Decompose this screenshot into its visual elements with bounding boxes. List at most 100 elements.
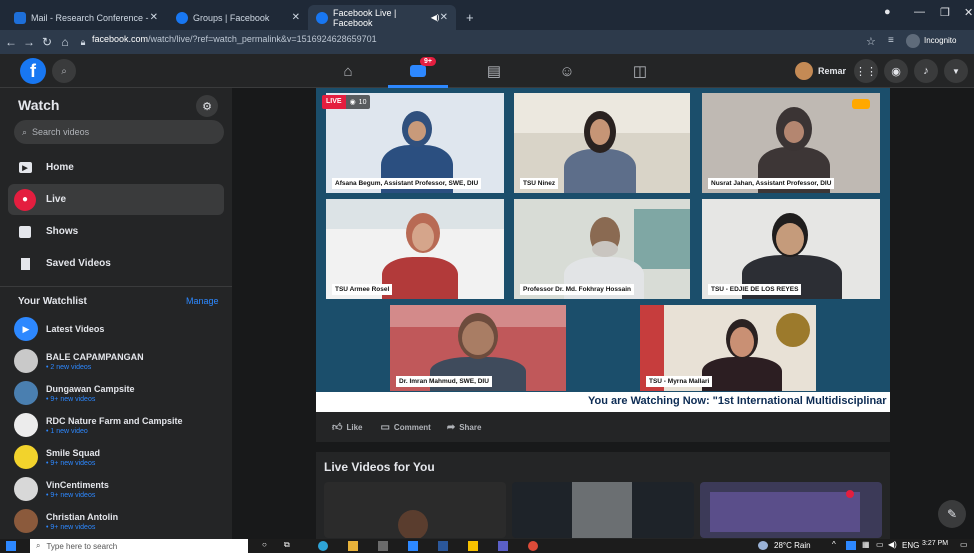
tray-chevron-icon[interactable]: ^: [832, 540, 836, 549]
weather-text[interactable]: 28°C Rain: [774, 541, 811, 550]
close-tab-icon[interactable]: ✕: [292, 12, 300, 23]
minimize-icon[interactable]: —: [914, 6, 925, 18]
notification-center-icon[interactable]: ▭: [960, 540, 968, 549]
manage-link[interactable]: Manage: [186, 296, 219, 306]
search-videos-input[interactable]: ⌕ Search videos: [14, 120, 224, 144]
tab-groups[interactable]: Groups | Facebook ✕: [168, 5, 308, 30]
sidebar-item-live[interactable]: ● Live: [8, 184, 224, 215]
teams-icon[interactable]: [498, 541, 508, 551]
participant-tile: Dr. Imran Mahmud, SWE, DIU: [390, 305, 566, 391]
record-icon[interactable]: ●: [884, 6, 891, 18]
participant-name: TSU Ninez: [520, 178, 559, 189]
comment-button[interactable]: ▭ Comment: [380, 422, 430, 433]
reload-icon[interactable]: ↻: [38, 35, 56, 49]
volume-icon[interactable]: ◀): [888, 540, 897, 549]
facebook-icon: [316, 11, 328, 24]
close-tab-icon[interactable]: ✕: [150, 12, 158, 23]
audio-icon[interactable]: ◀): [431, 13, 440, 22]
sidebar-item-saved-videos[interactable]: Saved Videos: [8, 248, 224, 279]
mail-icon[interactable]: [408, 541, 418, 551]
participant-tile: TSU - EDJIE DE LOS REYES: [702, 199, 880, 299]
network-icon[interactable]: ▦: [862, 540, 870, 549]
watchlist-item[interactable]: BALE CAPAMPANGAN • 2 new videos: [14, 346, 224, 376]
participant-name: Dr. Imran Mahmud, SWE, DIU: [396, 376, 492, 387]
avatar: [795, 62, 813, 80]
onedrive-icon[interactable]: [846, 541, 856, 550]
cortana-icon[interactable]: ○: [262, 540, 267, 549]
home-nav-icon[interactable]: ⌂: [336, 60, 360, 82]
share-button[interactable]: ➦ Share: [447, 422, 482, 433]
tab-title: Facebook Live | Facebook: [333, 7, 397, 28]
watchlist-item[interactable]: RDC Nature Farm and Campsite • 1 new vide…: [14, 410, 224, 440]
profile-button[interactable]: Remar: [795, 60, 846, 82]
gaming-nav-icon[interactable]: ◫: [628, 60, 652, 82]
new-message-icon[interactable]: ✎: [938, 500, 966, 528]
watchlist-sub: • 9+ new videos: [46, 459, 96, 467]
back-icon[interactable]: ←: [2, 35, 20, 49]
watchlist-name: VinCentiments: [46, 479, 109, 490]
watchlist-sub: • 9+ new videos: [46, 395, 96, 403]
watchlist-item[interactable]: ▶ Latest Videos: [14, 314, 224, 344]
star-icon[interactable]: ☆: [866, 35, 876, 48]
sidebar-item-label: Saved Videos: [46, 258, 111, 269]
ticker-text: You are Watching Now: "1st International…: [588, 395, 887, 407]
tab-title: Groups | Facebook: [193, 12, 270, 23]
forward-icon[interactable]: →: [20, 35, 38, 49]
chrome-icon[interactable]: [528, 541, 538, 551]
face: [784, 121, 804, 143]
taskbar-search-input[interactable]: ⌕ Type here to search: [30, 539, 248, 553]
settings-gear-icon[interactable]: ⚙: [196, 95, 218, 117]
live-video-thumbnail[interactable]: [700, 482, 882, 538]
live-video-player[interactable]: Afsana Begum, Assistant Professor, SWE, …: [316, 88, 890, 412]
groups-nav-icon[interactable]: ☺: [555, 60, 579, 82]
participant-tile: Professor Dr. Md. Fokhray Hossain: [514, 199, 690, 299]
notifications-bell-icon[interactable]: ♪: [914, 59, 938, 83]
maximize-icon[interactable]: ❐: [940, 6, 950, 19]
watchlist-name: RDC Nature Farm and Campsite: [46, 415, 183, 426]
task-view-icon[interactable]: ⧉: [284, 540, 290, 550]
close-tab-icon[interactable]: ✕: [440, 12, 448, 23]
sidebar-item-label: Shows: [46, 226, 79, 237]
like-button[interactable]: 👍︎ Like: [332, 421, 362, 433]
facebook-logo-icon[interactable]: f: [20, 58, 46, 84]
home-icon[interactable]: ⌂: [56, 35, 74, 49]
sidebar-item-label: Live: [46, 194, 67, 205]
clock[interactable]: 3:27 PM: [922, 540, 948, 547]
language-indicator[interactable]: ENG: [902, 541, 919, 550]
watchlist-item[interactable]: Smile Squad • 9+ new videos: [14, 442, 224, 472]
participant-tile: Nusrat Jahan, Assistant Professor, DIU: [702, 93, 880, 193]
tab-mail[interactable]: Mail - Research Conference - Ou ✕: [6, 5, 166, 30]
live-video-thumbnail[interactable]: [512, 482, 694, 538]
sidebar-item-shows[interactable]: Shows: [8, 216, 224, 247]
edge-icon[interactable]: [318, 541, 328, 551]
close-window-icon[interactable]: ✕: [964, 6, 973, 19]
url-field[interactable]: facebook.com/watch/live/?ref=watch_perma…: [92, 34, 377, 44]
messenger-icon[interactable]: ◉: [884, 59, 908, 83]
face: [408, 121, 426, 141]
word-icon[interactable]: [438, 541, 448, 551]
reading-list-icon[interactable]: ≡: [888, 35, 894, 46]
thumbnail-image: [710, 492, 860, 532]
menu-grid-icon[interactable]: ⋮⋮: [854, 59, 878, 83]
new-tab-button[interactable]: +: [458, 5, 478, 30]
tab-facebook-live[interactable]: Facebook Live | Facebook ◀) ✕: [308, 5, 456, 30]
like-label: Like: [346, 422, 363, 432]
windows-start-icon[interactable]: [6, 541, 16, 551]
battery-icon[interactable]: ▭: [876, 540, 884, 549]
incognito-label[interactable]: Incognito: [924, 36, 956, 45]
watchlist-item[interactable]: Dungawan Campsite • 9+ new videos: [14, 378, 224, 408]
play-icon: ▶: [14, 157, 36, 179]
sticky-notes-icon[interactable]: [468, 541, 478, 551]
live-video-thumbnail[interactable]: [324, 482, 506, 538]
store-icon[interactable]: [378, 541, 388, 551]
face: [776, 223, 804, 255]
file-explorer-icon[interactable]: [348, 541, 358, 551]
watchlist-item[interactable]: Christian Antolin • 9+ new videos: [14, 506, 224, 536]
marketplace-nav-icon[interactable]: ▤: [482, 60, 506, 82]
sidebar-item-home[interactable]: ▶ Home: [8, 152, 224, 183]
search-icon[interactable]: ⌕: [52, 59, 76, 83]
comment-label: Comment: [393, 422, 431, 432]
watchlist-item[interactable]: VinCentiments • 9+ new videos: [14, 474, 224, 504]
mail-icon: [14, 11, 26, 24]
account-dropdown-icon[interactable]: ▼: [944, 59, 968, 83]
